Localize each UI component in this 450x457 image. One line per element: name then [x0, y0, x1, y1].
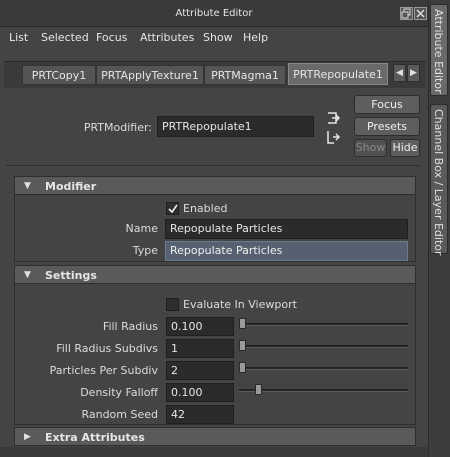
scroll-right-icon[interactable]: ▶ — [407, 64, 420, 82]
tab-channel-box[interactable]: Channel Box / Layer Editor — [430, 104, 448, 256]
window-title: Attribute Editor — [175, 8, 253, 19]
tab-prtcopy1[interactable]: PRTCopy1 — [22, 65, 96, 85]
extra-attributes-title: Extra Attributes — [45, 431, 145, 444]
scroll-left-icon[interactable]: ◀ — [393, 64, 406, 82]
random-seed-label: Random Seed — [81, 408, 158, 421]
particles-per-subdiv-slider[interactable] — [239, 367, 408, 370]
expand-icon[interactable]: ▶ — [24, 428, 31, 447]
menu-focus[interactable]: Focus — [96, 31, 127, 44]
pin-icon[interactable] — [325, 110, 341, 126]
random-seed-field[interactable]: 42 — [166, 405, 234, 424]
close-icon[interactable] — [414, 7, 427, 20]
show-button[interactable]: Show — [354, 139, 387, 157]
tab-attribute-editor[interactable]: Attribute Editor — [430, 4, 448, 96]
fill-radius-field[interactable]: 0.100 — [166, 317, 234, 336]
particles-per-subdiv-label: Particles Per Subdiv — [49, 364, 158, 377]
fill-radius-subdivs-slider[interactable] — [239, 345, 408, 348]
node-label: PRTModifier: — [83, 121, 152, 134]
evaluate-label: Evaluate In Viewport — [183, 298, 297, 311]
fill-radius-slider[interactable] — [239, 323, 408, 326]
modifier-header[interactable]: ▼ Modifier — [14, 176, 416, 195]
density-falloff-slider[interactable] — [239, 389, 408, 392]
divider — [6, 165, 420, 166]
fill-radius-slider-handle[interactable] — [239, 318, 246, 329]
density-falloff-field[interactable]: 0.100 — [166, 383, 234, 402]
menu-help[interactable]: Help — [243, 31, 268, 44]
settings-title: Settings — [45, 269, 97, 282]
collapse-icon[interactable]: ▼ — [24, 266, 31, 285]
focus-button[interactable]: Focus — [354, 95, 420, 114]
settings-header[interactable]: ▼ Settings — [14, 265, 416, 284]
particles-per-subdiv-field[interactable]: 2 — [166, 361, 234, 380]
load-selected-icon[interactable] — [325, 129, 341, 145]
checkmark-icon — [168, 204, 178, 214]
type-label: Type — [132, 244, 158, 257]
fill-radius-label: Fill Radius — [102, 320, 158, 333]
bottom-bar — [0, 447, 428, 457]
collapse-icon[interactable]: ▼ — [24, 177, 31, 196]
name-label: Name — [125, 222, 158, 235]
node-name-field[interactable]: PRTRepopulate1 — [157, 116, 314, 137]
menu-list[interactable]: List — [9, 31, 28, 44]
enabled-label: Enabled — [183, 202, 228, 215]
tab-channel-box-label: Channel Box / Layer Editor — [432, 109, 445, 256]
float-icon[interactable] — [400, 7, 413, 20]
fill-radius-subdivs-label: Fill Radius Subdivs — [56, 342, 158, 355]
modifier-title: Modifier — [45, 180, 97, 193]
tab-prtapplytexture1[interactable]: PRTApplyTexture1 — [96, 65, 204, 85]
tab-prtmagma1[interactable]: PRTMagma1 — [204, 65, 286, 85]
name-field[interactable]: Repopulate Particles — [165, 219, 408, 239]
density-falloff-label: Density Falloff — [80, 386, 158, 399]
menu-selected[interactable]: Selected — [41, 31, 89, 44]
density-falloff-slider-handle[interactable] — [255, 384, 262, 395]
extra-attributes-header[interactable]: ▶ Extra Attributes — [14, 427, 416, 446]
menu-show[interactable]: Show — [203, 31, 233, 44]
evaluate-checkbox[interactable] — [166, 298, 179, 311]
enabled-checkbox[interactable] — [166, 202, 179, 215]
presets-button[interactable]: Presets — [354, 117, 420, 136]
tab-attribute-editor-label: Attribute Editor — [432, 9, 445, 94]
particles-per-subdiv-slider-handle[interactable] — [239, 362, 246, 373]
menu-attributes[interactable]: Attributes — [140, 31, 194, 44]
tab-prtrepopulate1[interactable]: PRTRepopulate1 — [288, 63, 388, 85]
fill-radius-subdivs-field[interactable]: 1 — [166, 339, 234, 358]
type-dropdown[interactable]: Repopulate Particles — [165, 241, 408, 261]
fill-radius-subdivs-slider-handle[interactable] — [239, 340, 246, 351]
hide-button[interactable]: Hide — [390, 139, 420, 157]
